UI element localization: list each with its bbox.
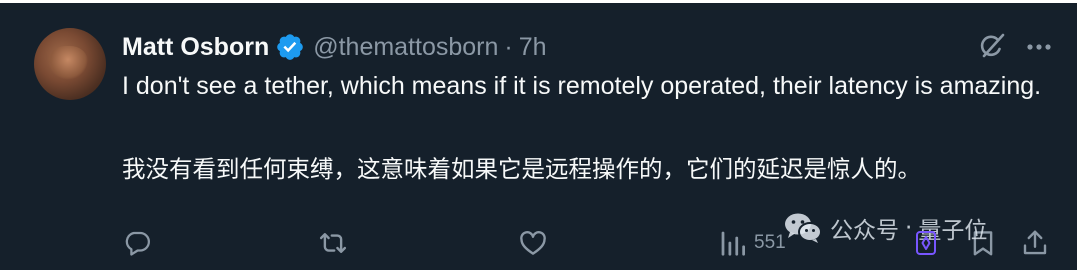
grok-icon[interactable] — [975, 30, 1007, 62]
reply-icon — [125, 231, 150, 256]
more-icon[interactable] — [1024, 36, 1054, 58]
like-button[interactable] — [518, 226, 548, 260]
reply-button[interactable] — [122, 226, 152, 260]
grok-badge-icon[interactable] — [915, 230, 937, 256]
author-handle[interactable]: @themattosborn — [313, 33, 498, 62]
watermark-separator: · — [905, 215, 913, 241]
retweet-icon — [319, 233, 347, 253]
top-border — [0, 0, 1077, 3]
watermark: 公众号 · 量子位 — [782, 208, 987, 248]
avatar[interactable] — [34, 28, 106, 100]
separator-dot: · — [504, 32, 513, 61]
verified-badge-icon[interactable] — [275, 32, 305, 62]
share-icon — [1023, 230, 1047, 255]
timestamp[interactable]: 7h — [519, 33, 547, 62]
tweet-header: Matt Osborn @themattosborn · 7h — [122, 30, 547, 64]
share-button[interactable] — [1020, 226, 1050, 260]
views-icon — [721, 231, 745, 256]
views-count: 551 — [754, 232, 786, 253]
tweet-text-translation: 我没有看到任何束缚，这意味着如果它是远程操作的，它们的延迟是惊人的。 — [122, 155, 921, 183]
tweet-text: I don't see a tether, which means if it … — [122, 72, 1042, 100]
like-icon — [520, 231, 546, 255]
retweet-button[interactable] — [318, 226, 348, 260]
views-button[interactable]: 551 — [718, 226, 786, 260]
wechat-icon — [785, 213, 822, 243]
display-name[interactable]: Matt Osborn — [122, 33, 269, 62]
watermark-source: 公众号 — [830, 218, 899, 244]
